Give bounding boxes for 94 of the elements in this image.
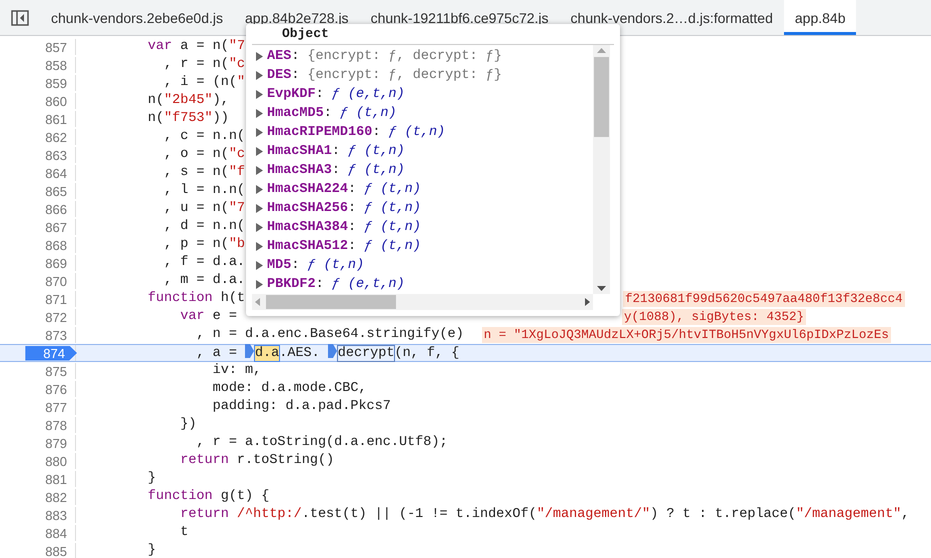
line-number[interactable]: 865 xyxy=(45,184,67,198)
property-entry[interactable]: PBKDF2: ƒ (e,t,n) xyxy=(267,277,405,292)
line-number[interactable]: 878 xyxy=(45,418,67,432)
code-line: } xyxy=(146,471,156,487)
property-entry[interactable]: HmacSHA512: ƒ (t,n) xyxy=(267,239,421,254)
horizontal-scrollbar[interactable] xyxy=(252,294,593,310)
code-line: var e = xyxy=(179,309,238,325)
expand-triangle-icon[interactable] xyxy=(256,280,263,289)
code-line: , r = n("c xyxy=(163,57,246,73)
expand-triangle-icon[interactable] xyxy=(256,90,263,99)
line-number[interactable]: 869 xyxy=(45,256,67,270)
line-number[interactable]: 881 xyxy=(45,472,67,486)
line-number[interactable]: 873 xyxy=(45,328,67,342)
line-number[interactable]: 880 xyxy=(45,454,67,468)
expand-triangle-icon[interactable] xyxy=(256,242,263,251)
code-line: , l = n.n( xyxy=(163,183,246,199)
code-line: }) xyxy=(179,417,196,433)
line-number[interactable]: 882 xyxy=(45,490,67,504)
expand-triangle-icon[interactable] xyxy=(256,147,263,156)
code-line: iv: m, xyxy=(212,363,262,379)
line-number[interactable]: 874 xyxy=(25,346,77,360)
code-line: , f = d.a. xyxy=(163,255,246,271)
expand-triangle-icon[interactable] xyxy=(256,261,263,270)
line-number[interactable]: 877 xyxy=(45,400,67,414)
popover-title: Object xyxy=(252,24,614,45)
property-entry[interactable]: HmacRIPEMD160: ƒ (t,n) xyxy=(267,125,446,140)
property-entry[interactable]: HmacSHA224: ƒ (t,n) xyxy=(267,182,421,197)
file-tab[interactable]: chunk-vendors.2ebe6e0d.js xyxy=(40,0,234,35)
line-number[interactable]: 863 xyxy=(45,148,67,162)
property-entry[interactable]: EvpKDF: ƒ (e,t,n) xyxy=(267,87,405,102)
code-line: , s = n("f xyxy=(163,165,246,181)
expand-triangle-icon[interactable] xyxy=(256,128,263,137)
code-line: , a = d.a.AES. decrypt(n, f, { xyxy=(195,344,460,362)
code-line: , u = n("7 xyxy=(163,201,246,217)
code-line: , n = d.a.enc.Base64.stringify(e) xyxy=(195,327,464,343)
line-number[interactable]: 883 xyxy=(45,508,67,522)
property-entry[interactable]: HmacMD5: ƒ (t,n) xyxy=(267,106,397,121)
expand-triangle-icon[interactable] xyxy=(256,52,263,61)
line-number[interactable]: 879 xyxy=(45,436,67,450)
code-line: function g(t) { xyxy=(146,489,270,505)
code-line: , i = (n(" xyxy=(163,75,246,91)
code-line: , p = n("b xyxy=(163,237,246,253)
code-line: , m = d.a. xyxy=(163,273,246,289)
line-number[interactable]: 872 xyxy=(45,310,67,324)
line-number[interactable]: 870 xyxy=(45,274,67,288)
property-entry[interactable]: HmacSHA3: ƒ (t,n) xyxy=(267,163,405,178)
code-line: , o = n("c xyxy=(163,147,246,163)
expand-triangle-icon[interactable] xyxy=(256,71,263,80)
code-line: var a = n("7 xyxy=(146,39,246,55)
line-number[interactable]: 875 xyxy=(45,364,67,378)
expand-triangle-icon[interactable] xyxy=(256,204,263,213)
line-number[interactable]: 867 xyxy=(45,220,67,234)
expand-triangle-icon[interactable] xyxy=(256,185,263,194)
property-entry[interactable]: AES: {encrypt: ƒ, decrypt: ƒ} xyxy=(267,49,502,64)
code-line: , d = n.n( xyxy=(163,219,246,235)
expand-triangle-icon[interactable] xyxy=(256,223,263,232)
inline-value: y(1088), sigBytes: 4352} xyxy=(622,309,806,325)
line-number[interactable]: 861 xyxy=(45,112,67,126)
line-number[interactable]: 876 xyxy=(45,382,67,396)
property-entry[interactable]: MD5: ƒ (t,n) xyxy=(267,258,364,273)
file-tab[interactable]: app.84b xyxy=(784,0,856,35)
inline-value: f2130681f99d5620c5497aa480f13f32e8cc4 xyxy=(623,291,905,307)
sidebar-toggle-icon xyxy=(11,10,29,26)
line-number[interactable]: 885 xyxy=(45,544,67,558)
line-number[interactable]: 884 xyxy=(45,526,67,540)
code-line: n("f753")) xyxy=(146,111,229,127)
line-number[interactable]: 871 xyxy=(45,292,67,306)
execution-marker-icon[interactable] xyxy=(328,344,337,358)
code-line: return r.toString() xyxy=(179,453,334,469)
line-number[interactable]: 858 xyxy=(45,58,67,72)
property-entry[interactable]: HmacSHA384: ƒ (t,n) xyxy=(267,220,421,235)
line-number[interactable]: 866 xyxy=(45,202,67,216)
property-entry[interactable]: DES: {encrypt: ƒ, decrypt: ƒ} xyxy=(267,68,502,83)
code-line: n("2b45"), xyxy=(146,93,229,109)
property-entry[interactable]: HmacSHA1: ƒ (t,n) xyxy=(267,144,405,159)
vertical-scrollbar[interactable] xyxy=(593,45,610,294)
code-line: t xyxy=(179,525,188,541)
property-entry[interactable]: HmacSHA256: ƒ (t,n) xyxy=(267,201,421,216)
line-number[interactable]: 859 xyxy=(45,76,67,90)
line-number[interactable]: 857 xyxy=(45,40,67,54)
expand-triangle-icon[interactable] xyxy=(256,109,263,118)
code-line: function h(t xyxy=(146,291,246,307)
expand-triangle-icon[interactable] xyxy=(256,166,263,175)
line-number[interactable]: 862 xyxy=(45,130,67,144)
code-line: , c = n.n( xyxy=(163,129,246,145)
line-number[interactable]: 868 xyxy=(45,238,67,252)
code-line: mode: d.a.mode.CBC, xyxy=(212,381,367,397)
code-line: } xyxy=(146,543,156,558)
code-line: return /^http:/.test(t) || (-1 != t.indexOf("/management/") ? t : t.replace("/management", xyxy=(179,507,910,523)
code-line: , r = a.toString(d.a.enc.Utf8); xyxy=(195,435,448,451)
line-number[interactable]: 860 xyxy=(45,94,67,108)
inline-value: n = "1XgLoJQ3MAUdzLX+ORj5/htvITBoH5nVYgxUl6pIDxPzLozEs xyxy=(482,327,891,343)
code-line: padding: d.a.pad.Pkcs7 xyxy=(212,399,391,415)
line-number[interactable]: 864 xyxy=(45,166,67,180)
